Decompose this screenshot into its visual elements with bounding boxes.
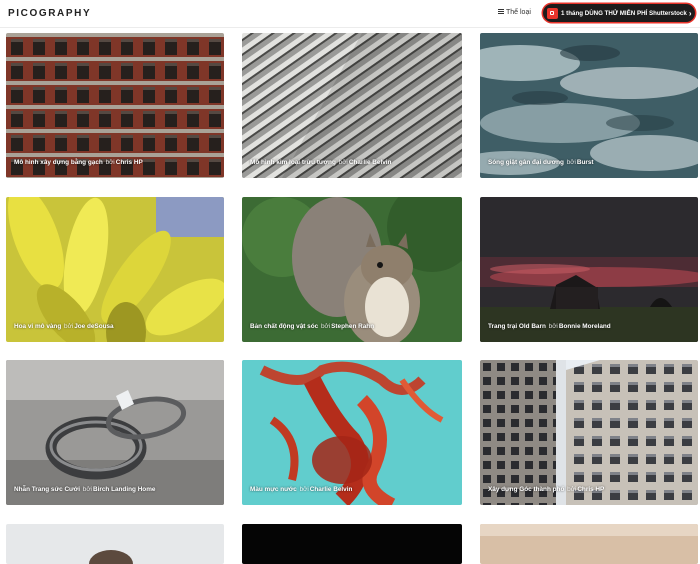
photo-yellow-flower: [6, 197, 224, 342]
photo-squirrel: [242, 197, 462, 342]
photo-tile-brick-building[interactable]: Mô hình xây dựng bằng gạch bởiChris HP: [6, 33, 224, 178]
photo-caption: Mô hình kim loại trừu tượng bởiCharlie B…: [250, 159, 392, 166]
photo-caption: Nhẫn Trang sức Cưới bởiBirch Landing Hom…: [14, 486, 156, 493]
photo-tile-squirrel[interactable]: Bản chất động vật sóc bởiStephen Rahn: [242, 197, 462, 342]
photo-caption: Trang trại Old Barn bởiBonnie Moreland: [488, 323, 611, 330]
photo-caption: Bản chất động vật sóc bởiStephen Rahn: [250, 323, 375, 330]
site-header: PICOGRAPHY Thể loại 1 tháng DÙNG THỬ MIỄ…: [0, 0, 700, 28]
photo-caption: Sóng giật gân đại dương bởiBurst: [488, 159, 594, 166]
photo-metal-abstract: [242, 33, 462, 178]
categories-menu-button[interactable]: Thể loại: [498, 9, 531, 16]
photo-tile-partial[interactable]: [480, 524, 698, 564]
photo-partial-portrait: [6, 524, 224, 564]
promo-label: 1 tháng DÙNG THỬ MIỄN PHÍ Shutterstock: [561, 9, 687, 17]
photo-partial-warm: [480, 524, 698, 564]
photo-tile-wedding-rings[interactable]: Nhẫn Trang sức Cưới bởiBirch Landing Hom…: [6, 360, 224, 505]
logo-text: PICOGRAPHY: [8, 8, 92, 19]
photo-old-barn: [480, 197, 698, 342]
photo-tile-ocean-wave[interactable]: Sóng giật gân đại dương bởiBurst: [480, 33, 698, 178]
photo-tile-partial[interactable]: [242, 524, 462, 564]
photo-brick-building: [6, 33, 224, 178]
photo-wedding-rings: [6, 360, 224, 505]
photo-tile-old-barn[interactable]: Trang trại Old Barn bởiBonnie Moreland: [480, 197, 698, 342]
photo-city-building: [480, 360, 698, 505]
chevron-right-icon: ›: [688, 8, 692, 18]
site-logo[interactable]: PICOGRAPHY: [8, 8, 91, 19]
photo-caption: Hoa vi mô vàng bởiJoe deSousa: [14, 323, 114, 330]
photo-ink-water: [242, 360, 462, 505]
photo-ocean-wave: [480, 33, 698, 178]
photo-caption: Mô hình xây dựng bằng gạch bởiChris HP: [14, 159, 143, 166]
photo-tile-city-building[interactable]: Xây dựng Góc thành phố bởiChris HP: [480, 360, 698, 505]
photo-tile-yellow-flower[interactable]: Hoa vi mô vàng bởiJoe deSousa: [6, 197, 224, 342]
photo-tile-ink-water[interactable]: Màu mực nước bởiCharlie Belvin: [242, 360, 462, 505]
categories-label: Thể loại: [506, 9, 531, 16]
shutterstock-trial-button[interactable]: 1 tháng DÙNG THỬ MIỄN PHÍ Shutterstock ›: [543, 4, 695, 22]
menu-icon: [498, 9, 504, 14]
photo-partial-dark: [242, 524, 462, 564]
photo-caption: Xây dựng Góc thành phố bởiChris HP: [488, 486, 605, 493]
photo-tile-metal-abstract[interactable]: Mô hình kim loại trừu tượng bởiCharlie B…: [242, 33, 462, 178]
shutterstock-icon: [547, 7, 558, 19]
photo-caption: Màu mực nước bởiCharlie Belvin: [250, 486, 353, 493]
photo-tile-partial[interactable]: [6, 524, 224, 564]
